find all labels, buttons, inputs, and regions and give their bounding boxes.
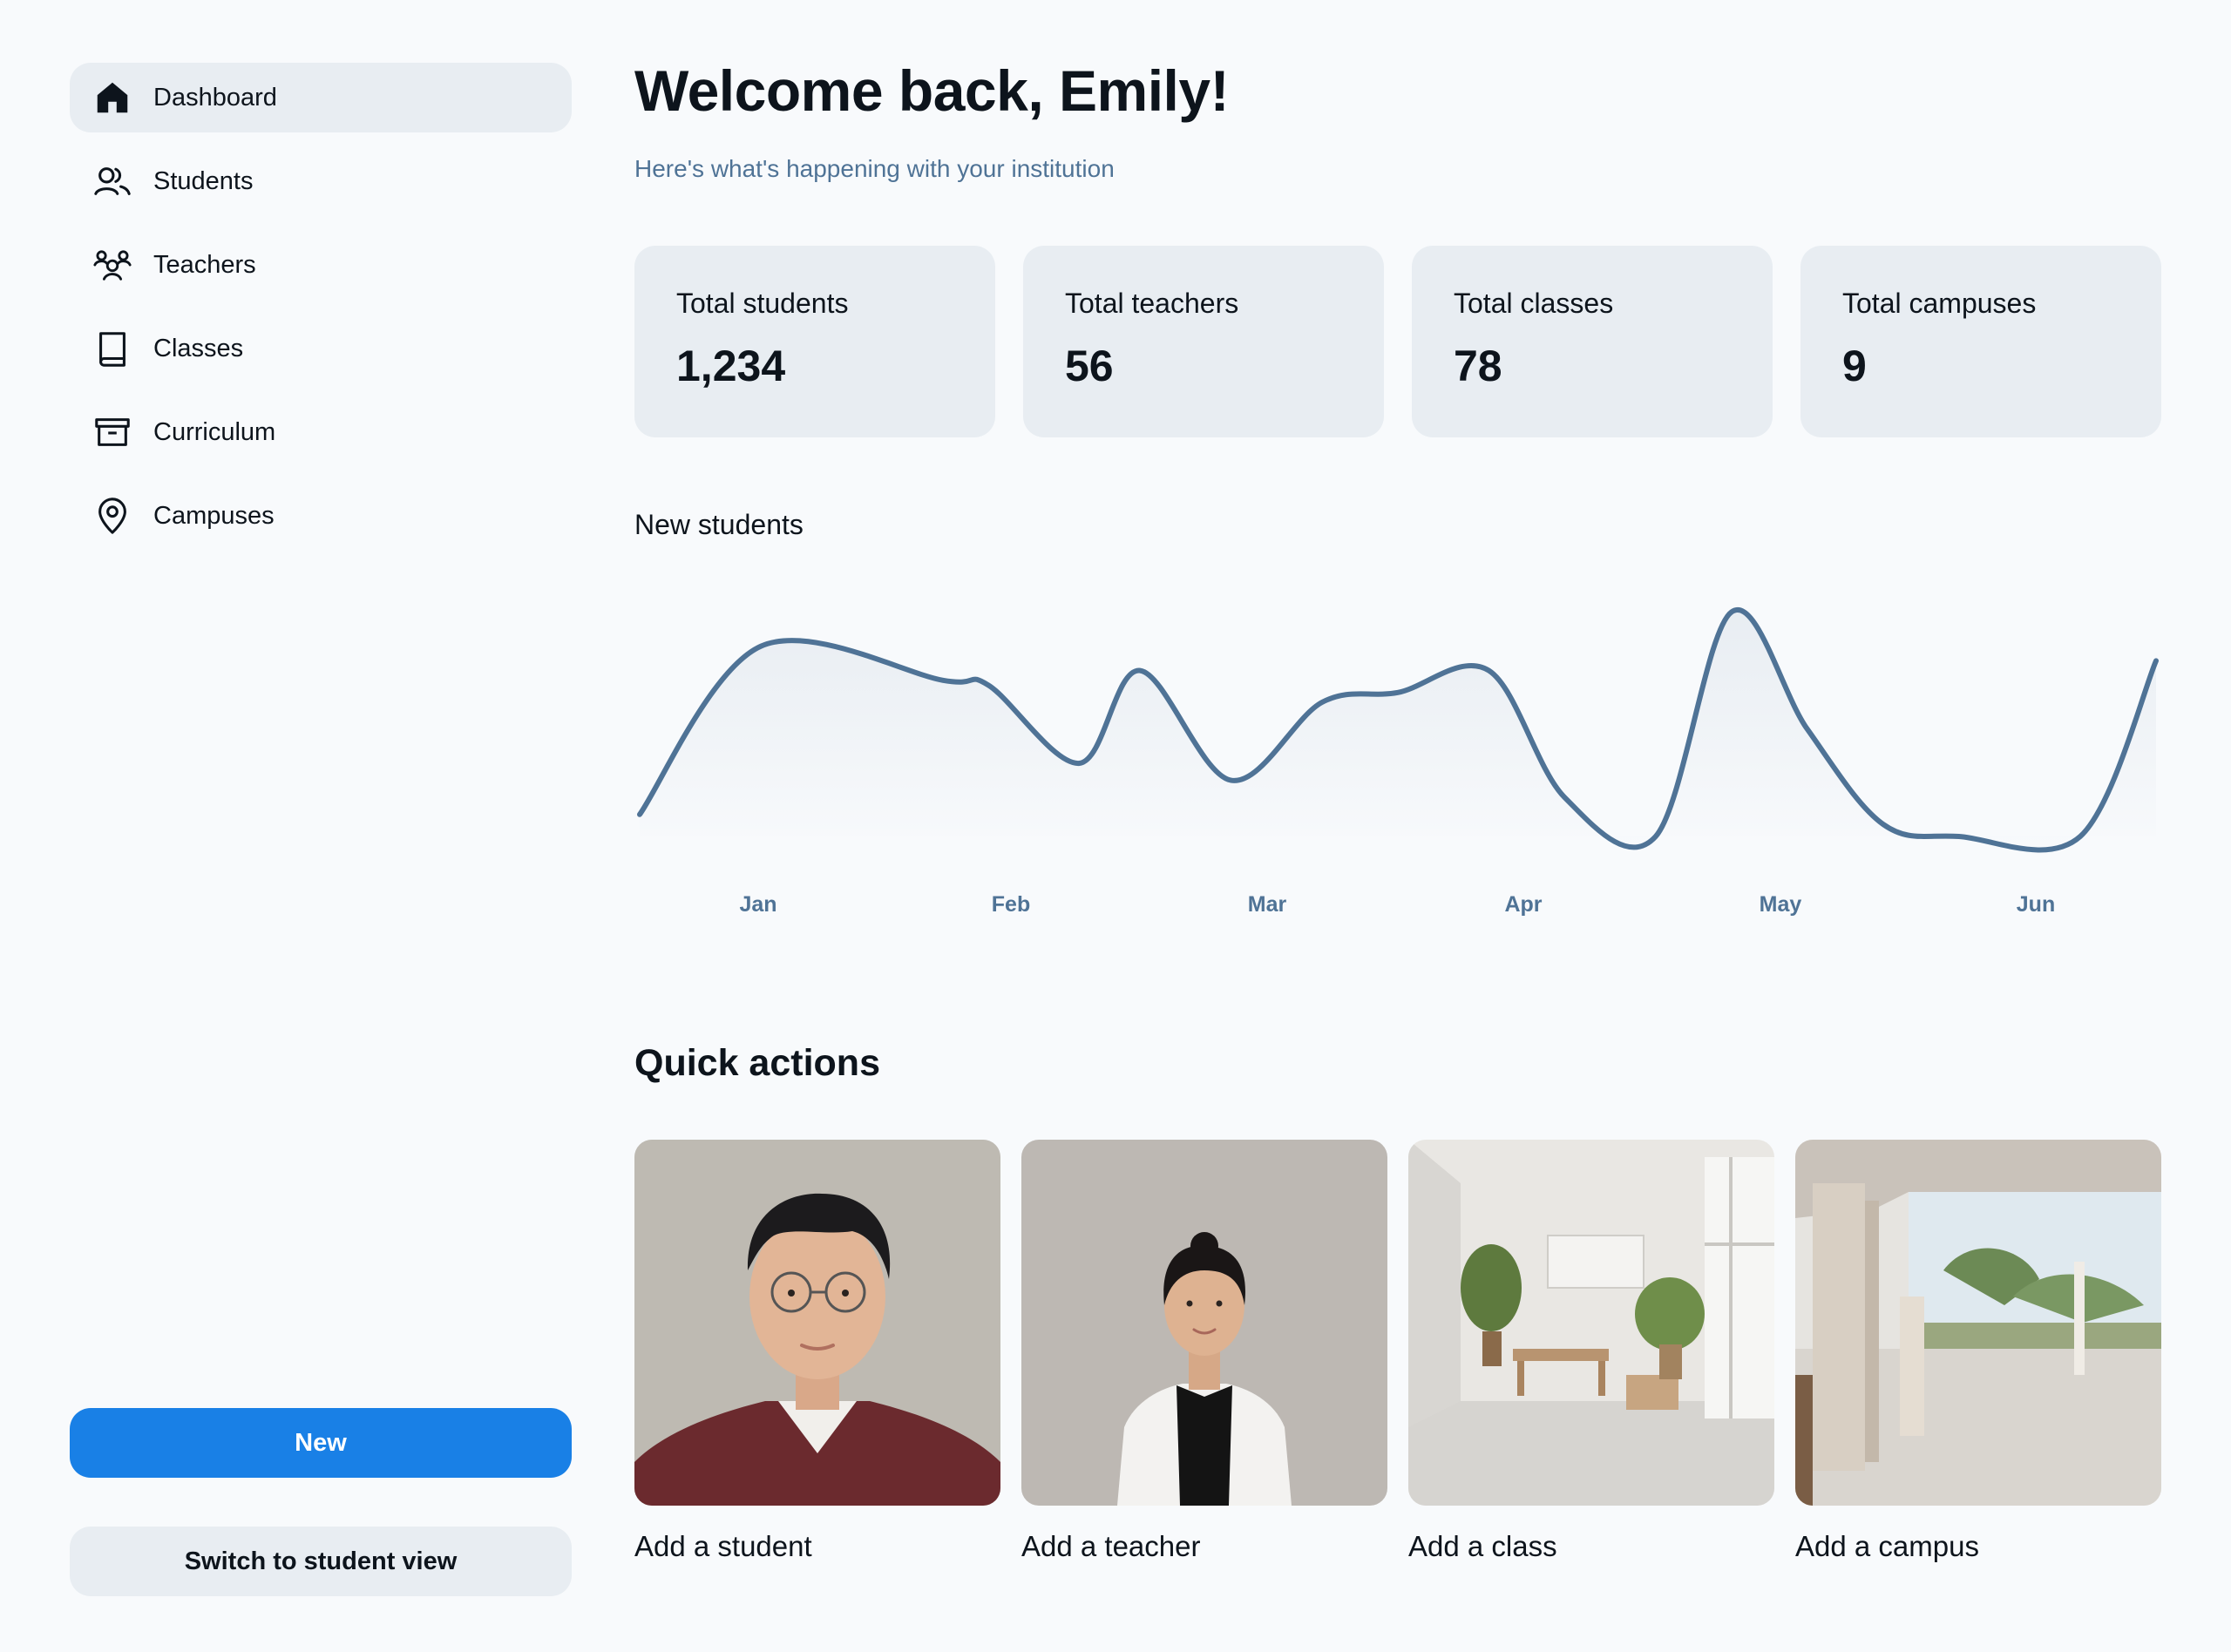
map-pin-icon xyxy=(92,496,132,536)
add-teacher-card[interactable]: Add a teacher xyxy=(1021,1140,1387,1563)
sidebar-item-label: Students xyxy=(153,166,254,195)
sidebar-item-label: Classes xyxy=(153,334,244,362)
sidebar-item-label: Campuses xyxy=(153,501,275,530)
new-students-chart: Jan Feb Mar Apr May Jun xyxy=(634,575,2161,941)
x-tick-label: Jun xyxy=(2016,892,2056,917)
stat-card-total-students: Total students 1,234 xyxy=(634,246,995,437)
stat-card-total-campuses: Total campuses 9 xyxy=(1800,246,2161,437)
new-button[interactable]: New xyxy=(70,1408,572,1478)
add-class-card[interactable]: Add a class xyxy=(1408,1140,1774,1563)
stat-value: 56 xyxy=(1065,342,1114,390)
sidebar-item-classes[interactable]: Classes xyxy=(70,314,572,383)
stat-card-total-classes: Total classes 78 xyxy=(1412,246,1773,437)
teacher-photo xyxy=(1021,1140,1387,1506)
sidebar: Dashboard Students Teachers Classes Curr… xyxy=(70,63,572,1598)
x-tick-label: Mar xyxy=(1247,892,1287,917)
x-tick-label: Jan xyxy=(739,892,777,917)
stat-card-total-teachers: Total teachers 56 xyxy=(1023,246,1384,437)
book-icon xyxy=(92,328,132,369)
stat-label: Total classes xyxy=(1454,288,1614,319)
quick-action-label: Add a teacher xyxy=(1021,1530,1201,1562)
sidebar-item-label: Curriculum xyxy=(153,417,276,446)
sidebar-item-students[interactable]: Students xyxy=(70,146,572,216)
main-content: Welcome back, Emily! Here's what's happe… xyxy=(634,0,2161,1652)
x-tick-label: Apr xyxy=(1504,892,1543,917)
x-axis-labels: Jan Feb Mar Apr May Jun xyxy=(634,871,2161,924)
add-student-card[interactable]: Add a student xyxy=(634,1140,1000,1563)
quick-action-label: Add a campus xyxy=(1795,1530,1979,1562)
archive-icon xyxy=(92,412,132,452)
classroom-photo xyxy=(1408,1140,1774,1506)
stat-label: Total students xyxy=(676,288,849,319)
stat-label: Total campuses xyxy=(1842,288,2037,319)
quick-actions-title: Quick actions xyxy=(634,1042,880,1084)
stat-label: Total teachers xyxy=(1065,288,1239,319)
x-tick-label: May xyxy=(1759,892,1802,917)
sidebar-item-teachers[interactable]: Teachers xyxy=(70,230,572,300)
chart-area-fill xyxy=(640,609,2156,850)
page-subtitle: Here's what's happening with your instit… xyxy=(634,155,1115,182)
sidebar-item-label: Teachers xyxy=(153,250,256,279)
stat-value: 78 xyxy=(1454,342,1502,390)
chart-title: New students xyxy=(634,509,804,540)
x-tick-label: Feb xyxy=(991,892,1031,917)
quick-actions-row: Add a student Add a teacher Add a class … xyxy=(634,1140,2161,1563)
users-three-icon xyxy=(92,245,132,285)
chart-plot xyxy=(637,607,2159,853)
add-campus-card[interactable]: Add a campus xyxy=(1795,1140,2161,1563)
sidebar-item-curriculum[interactable]: Curriculum xyxy=(70,397,572,467)
student-photo xyxy=(634,1140,1000,1506)
sidebar-item-campuses[interactable]: Campuses xyxy=(70,481,572,551)
campus-photo xyxy=(1795,1140,2161,1506)
users-icon xyxy=(92,161,132,201)
quick-action-label: Add a class xyxy=(1408,1530,1557,1562)
house-icon xyxy=(92,78,132,118)
stats-row: Total students 1,234 Total teachers 56 T… xyxy=(634,246,2161,437)
stat-value: 9 xyxy=(1842,342,1867,390)
sidebar-item-dashboard[interactable]: Dashboard xyxy=(70,63,572,132)
quick-action-label: Add a student xyxy=(634,1530,812,1562)
page-title: Welcome back, Emily! xyxy=(634,58,1230,123)
stat-value: 1,234 xyxy=(676,342,786,390)
switch-to-student-view-button[interactable]: Switch to student view xyxy=(70,1527,572,1596)
sidebar-item-label: Dashboard xyxy=(153,83,277,112)
